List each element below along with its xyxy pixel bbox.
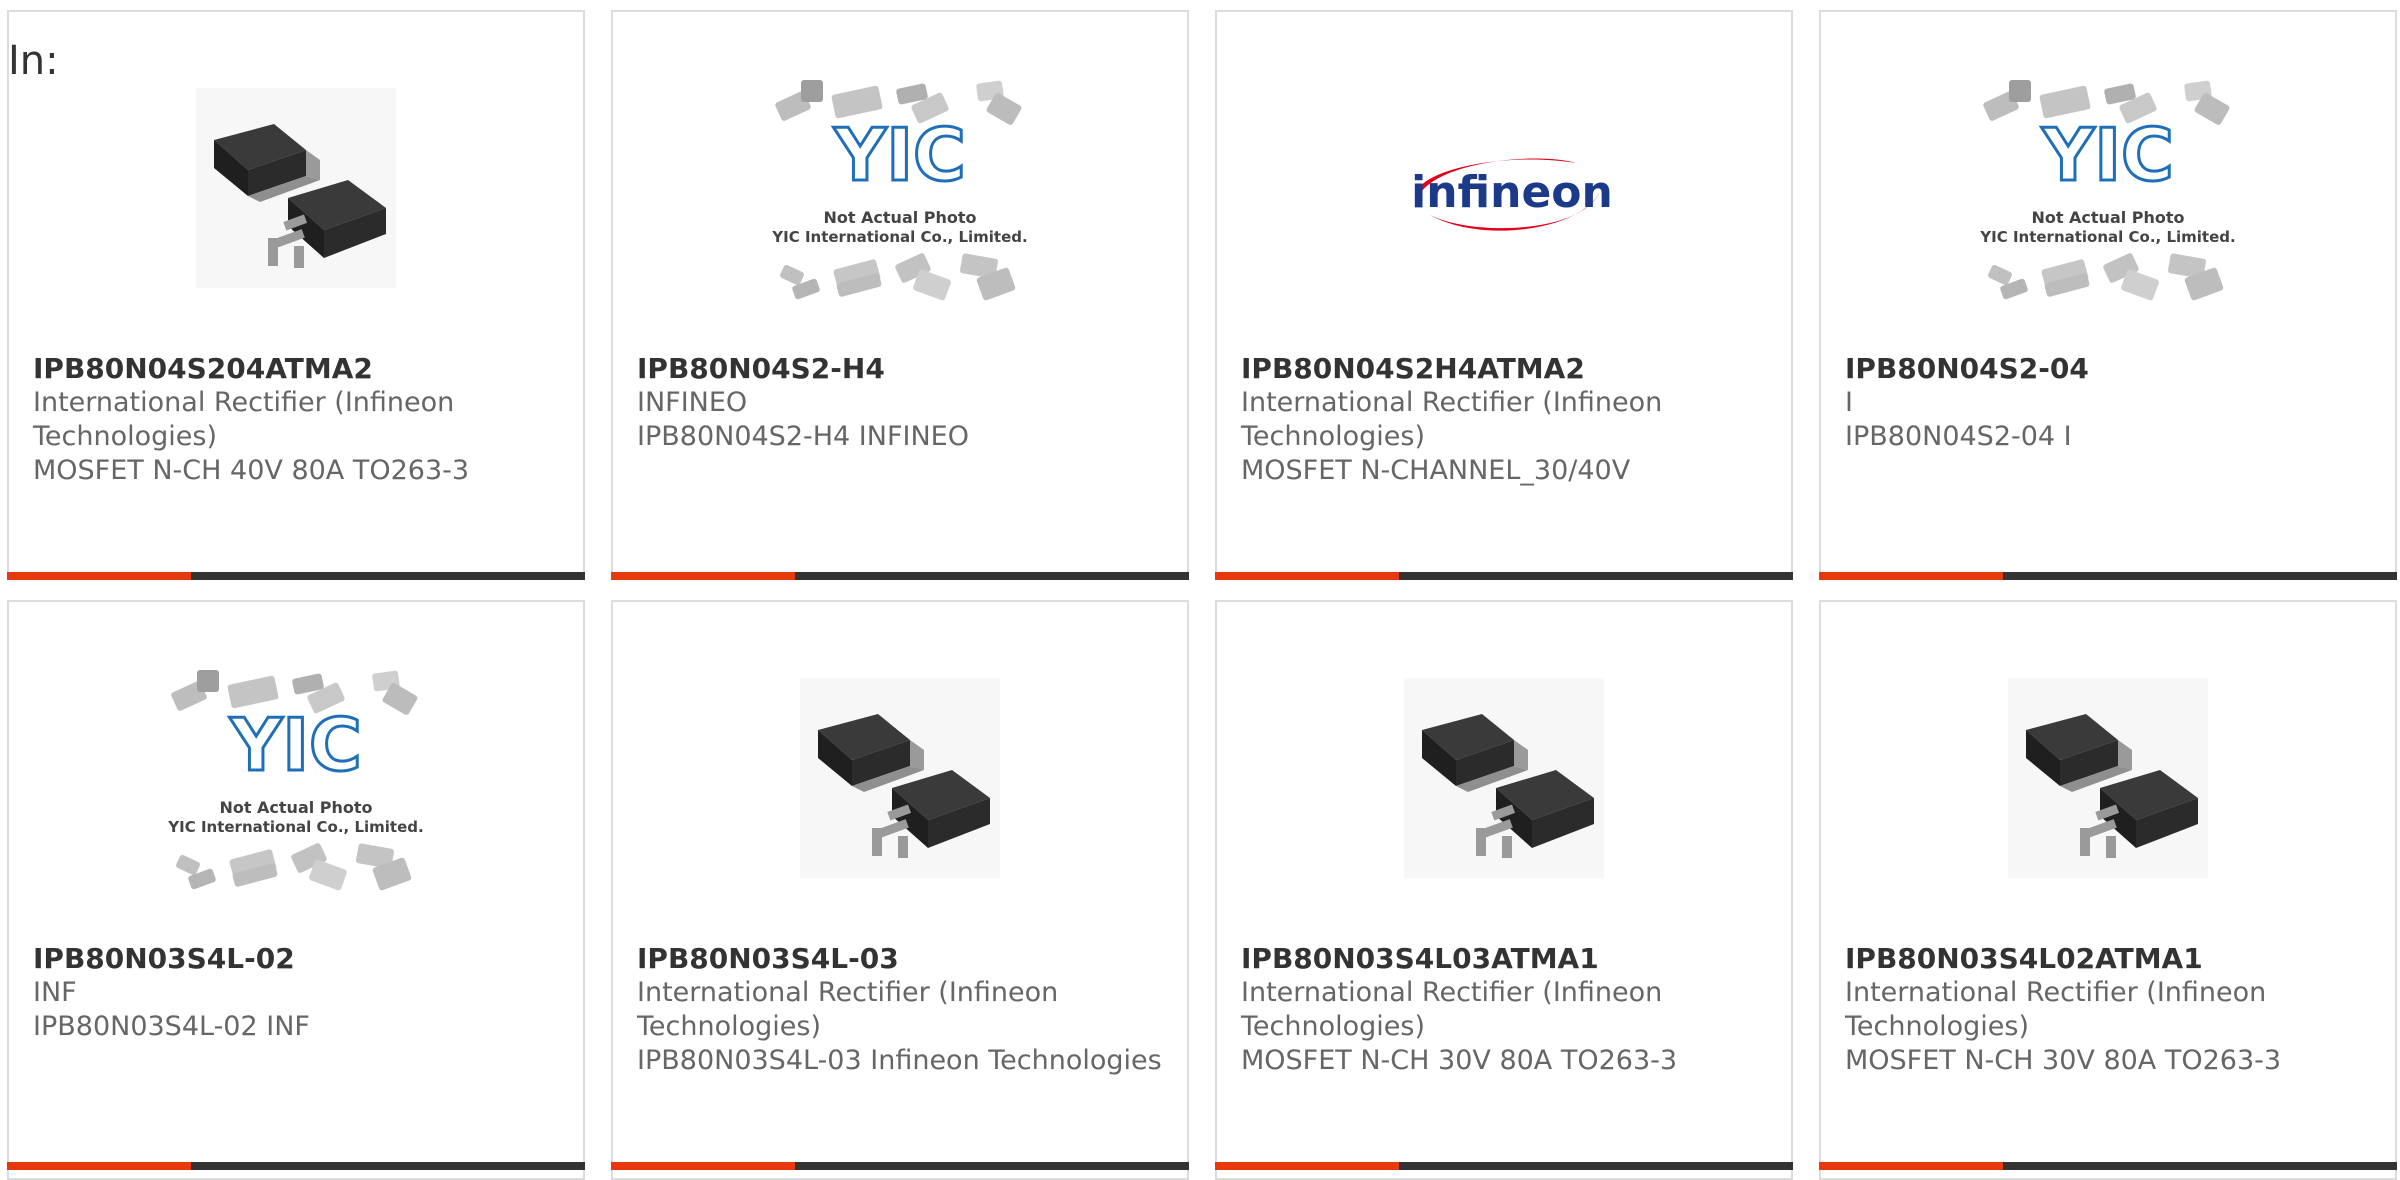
product-info: IPB80N03S4L-03 International Rectifier (… [637,942,1167,1078]
description: MOSFET N-CHANNEL_30/40V [1241,455,1631,486]
part-number[interactable]: IPB80N03S4L02ATMA1 [1845,942,2375,976]
part-number[interactable]: IPB80N03S4L-02 [33,942,563,976]
description: MOSFET N-CH 40V 80A TO263-3 [33,455,470,486]
placeholder-image[interactable]: YIC Not Actual Photo YIC International C… [156,670,436,891]
product-card[interactable]: YIC Not Actual Photo YIC International C… [611,10,1189,580]
card-bottom-bar [1819,572,2397,580]
manufacturer: INFINEO [637,387,748,418]
in-label: In: [8,38,59,84]
card-bottom-bar [1215,1162,1793,1170]
product-card[interactable]: IPB80N03S4L03ATMA1 International Rectifi… [1215,600,1793,1180]
placeholder-line1: Not Actual Photo [219,798,372,817]
placeholder-line2: YIC International Co., Limited. [167,818,423,836]
infineon-logo[interactable]: infineon [1364,80,1644,296]
description: MOSFET N-CH 30V 80A TO263-3 [1845,1045,2282,1076]
placeholder-image[interactable]: YIC Not Actual Photo YIC International C… [760,80,1040,301]
card-bar-accent [1819,572,2003,580]
card-bar-accent [1819,1162,2003,1170]
part-number[interactable]: IPB80N04S2-04 [1845,352,2375,386]
card-bar-accent [7,1162,191,1170]
part-number[interactable]: IPB80N04S204ATMA2 [33,352,563,386]
infineon-logo-text: infineon [1411,167,1613,218]
product-card[interactable]: infineon IPB80N04S2H4ATMA2 International… [1215,10,1793,580]
part-number[interactable]: IPB80N03S4L-03 [637,942,1167,976]
product-card[interactable]: YIC Not Actual Photo YIC International C… [1819,10,2397,580]
manufacturer: International Rectifier (Infineon Techno… [1845,977,2267,1042]
placeholder-line2: YIC International Co., Limited. [771,228,1027,246]
product-image[interactable] [1968,670,2248,886]
product-info: IPB80N04S204ATMA2 International Rectifie… [33,352,563,488]
placeholder-image[interactable]: YIC Not Actual Photo YIC International C… [1968,80,2248,301]
manufacturer: International Rectifier (Infineon Techno… [33,387,455,452]
card-bottom-bar [611,1162,1189,1170]
product-info: IPB80N03S4L-02 INF IPB80N03S4L-02 INF [33,942,563,1044]
card-bottom-bar [7,572,585,580]
card-bottom-bar [1819,1162,2397,1170]
card-bottom-bar [611,572,1189,580]
product-info: IPB80N04S2-H4 INFINEO IPB80N04S2-H4 INFI… [637,352,1167,454]
manufacturer: INF [33,977,77,1008]
product-info: IPB80N04S2H4ATMA2 International Rectifie… [1241,352,1771,488]
product-card[interactable]: IPB80N03S4L02ATMA1 International Rectifi… [1819,600,2397,1180]
product-card[interactable]: YIC Not Actual Photo YIC International C… [7,600,585,1180]
manufacturer: I [1845,387,1853,418]
card-bar-accent [611,572,795,580]
placeholder-line2: YIC International Co., Limited. [1979,228,2235,246]
placeholder-line1: Not Actual Photo [2031,208,2184,227]
product-image[interactable] [156,80,436,296]
card-bottom-bar [1215,572,1793,580]
description: IPB80N03S4L-02 INF [33,1011,310,1042]
yic-logo-text: YIC [833,113,966,197]
description: MOSFET N-CH 30V 80A TO263-3 [1241,1045,1678,1076]
product-card[interactable]: IPB80N03S4L-03 International Rectifier (… [611,600,1189,1180]
manufacturer: International Rectifier (Infineon Techno… [1241,387,1663,452]
card-bar-accent [7,572,191,580]
placeholder-line1: Not Actual Photo [823,208,976,227]
part-number[interactable]: IPB80N04S2H4ATMA2 [1241,352,1771,386]
description: IPB80N03S4L-03 Infineon Technologies [637,1045,1162,1076]
card-bar-accent [1215,572,1399,580]
manufacturer: International Rectifier (Infineon Techno… [1241,977,1663,1042]
yic-logo-text: YIC [229,703,362,787]
card-bar-accent [611,1162,795,1170]
product-info: IPB80N04S2-04 I IPB80N04S2-04 I [1845,352,2375,454]
card-bar-accent [1215,1162,1399,1170]
description: IPB80N04S2-H4 INFINEO [637,421,969,452]
part-number[interactable]: IPB80N03S4L03ATMA1 [1241,942,1771,976]
yic-logo-text: YIC [2041,113,2174,197]
product-image[interactable] [760,670,1040,886]
product-info: IPB80N03S4L03ATMA1 International Rectifi… [1241,942,1771,1078]
description: IPB80N04S2-04 I [1845,421,2072,452]
product-info: IPB80N03S4L02ATMA1 International Rectifi… [1845,942,2375,1078]
card-bottom-bar [7,1162,585,1170]
product-image[interactable] [1364,670,1644,886]
manufacturer: International Rectifier (Infineon Techno… [637,977,1059,1042]
part-number[interactable]: IPB80N04S2-H4 [637,352,1167,386]
product-card[interactable]: IPB80N04S204ATMA2 International Rectifie… [7,10,585,580]
